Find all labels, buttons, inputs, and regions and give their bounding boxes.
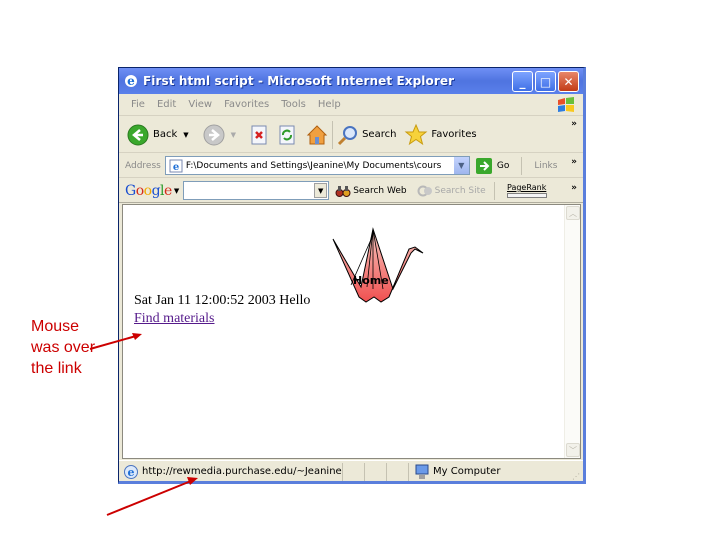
pagerank-bar <box>506 193 547 198</box>
forward-arrow-icon <box>203 124 225 145</box>
back-button[interactable]: Back ▼ <box>127 124 189 146</box>
vertical-scrollbar[interactable]: ︿ ﹀ <box>564 205 580 458</box>
scroll-up-button[interactable]: ︿ <box>566 206 580 220</box>
pagerank-indicator[interactable]: PageRank <box>506 183 547 198</box>
google-separator <box>493 181 495 200</box>
find-materials-link[interactable]: Find materials <box>134 311 215 327</box>
home-button[interactable] <box>306 124 328 146</box>
address-input[interactable]: e F:\Documents and Settings\Jeanine\My D… <box>164 156 470 175</box>
zone-label: My Computer <box>433 466 501 477</box>
scroll-down-button[interactable]: ﹀ <box>566 443 580 457</box>
address-value: F:\Documents and Settings\Jeanine\My Doc… <box>185 160 442 171</box>
title-bar[interactable]: e First html script - Microsoft Internet… <box>119 68 583 94</box>
google-toolbar: Google ▼ ▼ Search Web Search Site PageRa… <box>119 179 583 203</box>
minimize-icon: _ <box>519 74 526 89</box>
address-bar: Address e F:\Documents and Settings\Jean… <box>119 154 583 178</box>
binoculars-icon <box>335 185 351 197</box>
annotation-arrow-to-status <box>106 477 198 516</box>
search-icon <box>338 125 358 145</box>
menu-bar: Fie Edit View Favorites Tools Help <box>119 94 583 116</box>
favorites-label: Favorites <box>431 129 477 140</box>
search-web-button[interactable]: Search Web <box>335 183 407 199</box>
svg-text:e: e <box>173 162 179 173</box>
google-menu-dropdown-icon[interactable]: ▼ <box>174 187 179 195</box>
forward-dropdown-icon[interactable]: ▼ <box>231 131 236 139</box>
favorites-button[interactable]: Favorites <box>404 123 477 147</box>
window-title: First html script - Microsoft Internet E… <box>143 74 455 88</box>
status-segment <box>342 462 364 481</box>
status-segment <box>364 462 386 481</box>
resize-grip-icon[interactable]: ⋰ <box>572 472 580 481</box>
refresh-icon <box>279 125 295 144</box>
origami-crane-home-image[interactable] <box>331 227 427 305</box>
ie-icon: e <box>125 74 137 88</box>
browser-window: e First html script - Microsoft Internet… <box>118 67 586 484</box>
search-label: Search <box>362 129 397 140</box>
toolbar-more-chevron-icon[interactable]: » <box>571 119 577 129</box>
back-dropdown-icon[interactable]: ▼ <box>183 131 188 139</box>
home-icon <box>306 124 328 144</box>
google-more-chevron-icon[interactable]: » <box>571 183 577 193</box>
page-date-text: Sat Jan 11 12:00:52 2003 Hello <box>134 293 311 308</box>
windows-logo-icon <box>558 97 574 112</box>
close-icon: ✕ <box>563 74 574 89</box>
back-label: Back <box>153 129 178 140</box>
menu-help[interactable]: Help <box>318 99 341 110</box>
google-logo[interactable]: Google <box>125 183 172 199</box>
status-segment <box>386 462 408 481</box>
page-icon: e <box>169 159 183 173</box>
favorites-star-icon <box>405 123 428 145</box>
google-search-input[interactable]: ▼ <box>183 181 330 200</box>
minimize-button[interactable]: _ <box>512 71 533 92</box>
go-label: Go <box>496 160 510 171</box>
home-label[interactable]: Home <box>353 274 389 287</box>
address-separator <box>521 156 523 175</box>
google-search-dropdown-icon[interactable]: ▼ <box>314 183 328 198</box>
standard-toolbar: Back ▼ ▼ Search Favorites » <box>119 117 583 153</box>
address-label: Address <box>125 160 161 171</box>
menu-edit[interactable]: Edit <box>157 99 176 110</box>
my-computer-icon <box>415 464 429 479</box>
annotation-arrow-to-link <box>89 333 142 350</box>
menu-favorites[interactable]: Favorites <box>224 99 269 110</box>
close-button[interactable]: ✕ <box>558 71 579 92</box>
go-button[interactable]: Go <box>475 157 510 174</box>
search-web-label: Search Web <box>353 185 407 196</box>
search-site-button[interactable]: Search Site <box>417 183 486 199</box>
menu-file[interactable]: Fie <box>131 99 145 110</box>
chevron-down-icon: ﹀ <box>569 445 577 455</box>
maximize-button[interactable]: □ <box>535 71 556 92</box>
go-arrow-icon <box>475 157 492 174</box>
search-site-label: Search Site <box>434 185 486 196</box>
stop-button[interactable] <box>250 125 268 145</box>
status-zone: My Computer <box>408 462 538 481</box>
page-content: Home Sat Jan 11 12:00:52 2003 Hello Find… <box>122 204 581 459</box>
refresh-button[interactable] <box>278 125 296 145</box>
chevron-up-icon: ︿ <box>569 208 577 218</box>
address-dropdown-icon[interactable]: ▼ <box>453 157 469 174</box>
pagerank-label: PageRank <box>506 183 547 192</box>
links-more-chevron-icon[interactable]: » <box>571 157 577 167</box>
forward-button[interactable]: ▼ <box>203 124 236 146</box>
stop-icon <box>251 125 267 144</box>
links-button[interactable]: Links <box>534 161 557 171</box>
search-button[interactable]: Search <box>337 124 396 146</box>
maximize-icon: □ <box>539 74 552 89</box>
svg-text:e: e <box>127 74 135 88</box>
menu-tools[interactable]: Tools <box>281 99 306 110</box>
search-site-icon <box>417 185 432 196</box>
back-arrow-icon <box>127 124 149 145</box>
toolbar-separator <box>332 120 334 149</box>
menu-view[interactable]: View <box>188 99 212 110</box>
